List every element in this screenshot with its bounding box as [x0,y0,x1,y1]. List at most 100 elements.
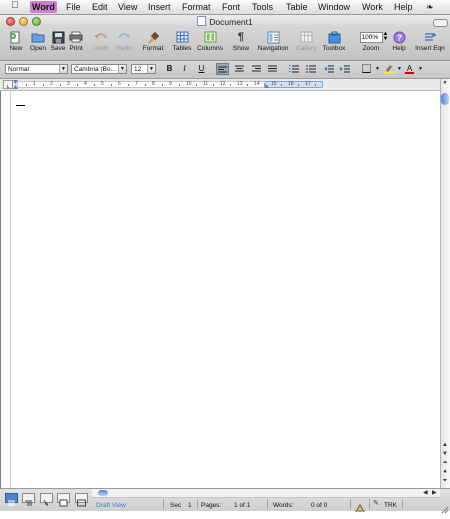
font-color-swatch [405,72,414,74]
align-right-button[interactable] [250,63,263,75]
pilcrow-icon: ¶ [237,31,245,43]
menu-tools[interactable]: Tools [252,1,273,13]
ruler-number: 14 [254,81,260,87]
align-left-button[interactable] [216,63,229,75]
italic-button[interactable]: I [178,63,191,75]
menu-help[interactable]: Help [394,1,413,13]
justify-button[interactable] [266,63,279,75]
menu-view[interactable]: View [118,1,137,13]
menu-file[interactable]: File [66,1,81,13]
next-page-icon[interactable]: ⏷ [441,477,449,485]
save-disk-icon [52,31,64,43]
outline-view-icon [25,500,32,506]
status-divider [163,499,164,509]
track-changes-icon: ✎ [373,500,379,507]
font-color-dropdown[interactable]: ▼ [414,63,427,75]
outline-view-button[interactable] [22,493,35,506]
status-divider [350,499,351,509]
menu-table[interactable]: Table [286,1,308,13]
ruler-tick [26,84,27,86]
split-handle-icon[interactable]: ▼ [441,79,449,87]
pages-value: 1 of 1 [234,502,251,509]
track-changes-label[interactable]: TRK [384,501,397,510]
toolbox-button[interactable]: Toolbox [322,30,346,53]
menu-insert[interactable]: Insert [148,1,171,13]
ruler-number: 7 [135,81,138,87]
undo-icon [94,33,107,39]
style-select[interactable]: Normal ▼ [5,64,68,74]
view-name-label: Draft View [96,502,126,509]
zoom-input[interactable]: 100% ▲ ▼ [359,31,389,43]
words-label: Words: [273,502,294,509]
insert-equation-button[interactable]: Insert Eqn [415,30,445,53]
help-icon: ? [393,31,405,43]
printer-icon [69,31,83,43]
gallery-icon [300,31,312,43]
chevron-down-icon: ▼ [375,66,380,72]
ruler-tick [162,84,163,86]
font-select[interactable]: Cambria (Bo... ▼ [71,64,127,74]
menu-format[interactable]: Format [182,1,211,13]
increase-indent-button[interactable] [338,63,351,75]
scroll-up-arrow-icon[interactable]: ▲ [441,441,449,449]
align-center-button[interactable] [233,63,246,75]
ruler-tick [315,84,316,86]
scroll-right-arrow-icon[interactable]: ▶ [432,489,437,497]
chevron-down-icon: ▼ [397,66,402,72]
window-title-text: Document1 [209,17,253,27]
horizontal-scrollbar[interactable] [92,489,440,498]
ruler-number: 9 [169,81,172,87]
numbered-list-button[interactable] [287,63,300,75]
horizontal-scroll-thumb[interactable] [98,490,108,496]
draft-view-button[interactable] [5,493,18,506]
script-menu-icon[interactable]: ❧ [426,1,434,13]
ruler-number: 6 [118,81,121,87]
apple-icon[interactable]:  [11,0,19,12]
bullet-list-button[interactable] [304,63,317,75]
previous-page-icon[interactable]: ⏶ [441,459,449,467]
ruler-tick [94,84,95,86]
font-size-select[interactable]: 12 ▼ [131,64,156,74]
menu-work[interactable]: Work [362,1,383,13]
resize-grip-icon[interactable] [441,501,449,514]
menu-edit[interactable]: Edit [92,1,108,13]
decrease-indent-icon [323,65,334,73]
ruler-number: 16 [288,81,294,87]
open-folder-icon [31,33,45,43]
notebook-view-button[interactable] [75,493,88,507]
underline-button[interactable]: U [195,63,208,75]
equation-icon [425,32,436,41]
document-page[interactable] [1,91,440,488]
vertical-scroll-thumb[interactable] [441,93,449,105]
tab-selector-icon[interactable]: ⌞ [3,80,13,89]
svg-text:?: ? [397,33,402,42]
menu-window[interactable]: Window [318,1,350,13]
ruler-number: 12 [220,81,226,87]
notebook-view-icon [77,499,86,507]
menu-word[interactable]: Word [30,1,57,13]
browse-object-icon[interactable]: ● [441,468,449,476]
chevron-down-icon: ▼ [418,66,423,72]
ruler-number: 8 [152,81,155,87]
spelling-check-icon[interactable] [355,499,365,512]
scroll-left-arrow-icon[interactable]: ◀ [423,489,428,497]
ruler-tick [264,84,265,86]
menu-font[interactable]: Font [222,1,240,13]
align-right-icon [252,65,261,72]
ruler-number: 13 [237,81,243,87]
toolbar-toggle-button[interactable] [433,19,448,27]
ruler-number: 10 [186,81,192,87]
ruler-number: 11 [203,81,209,87]
vertical-scrollbar[interactable] [440,79,450,488]
document-icon [197,16,207,26]
status-divider [267,499,268,509]
decrease-indent-button[interactable] [322,63,335,75]
scroll-down-arrow-icon[interactable]: ▼ [441,450,449,458]
publishing-view-button[interactable] [40,493,53,507]
ruler-tick [60,84,61,86]
ruler-tick [43,84,44,86]
print-layout-view-button[interactable] [57,493,70,507]
bold-button[interactable]: B [163,63,176,75]
toolbox-icon [328,31,340,43]
section-value: 1 [188,502,192,509]
